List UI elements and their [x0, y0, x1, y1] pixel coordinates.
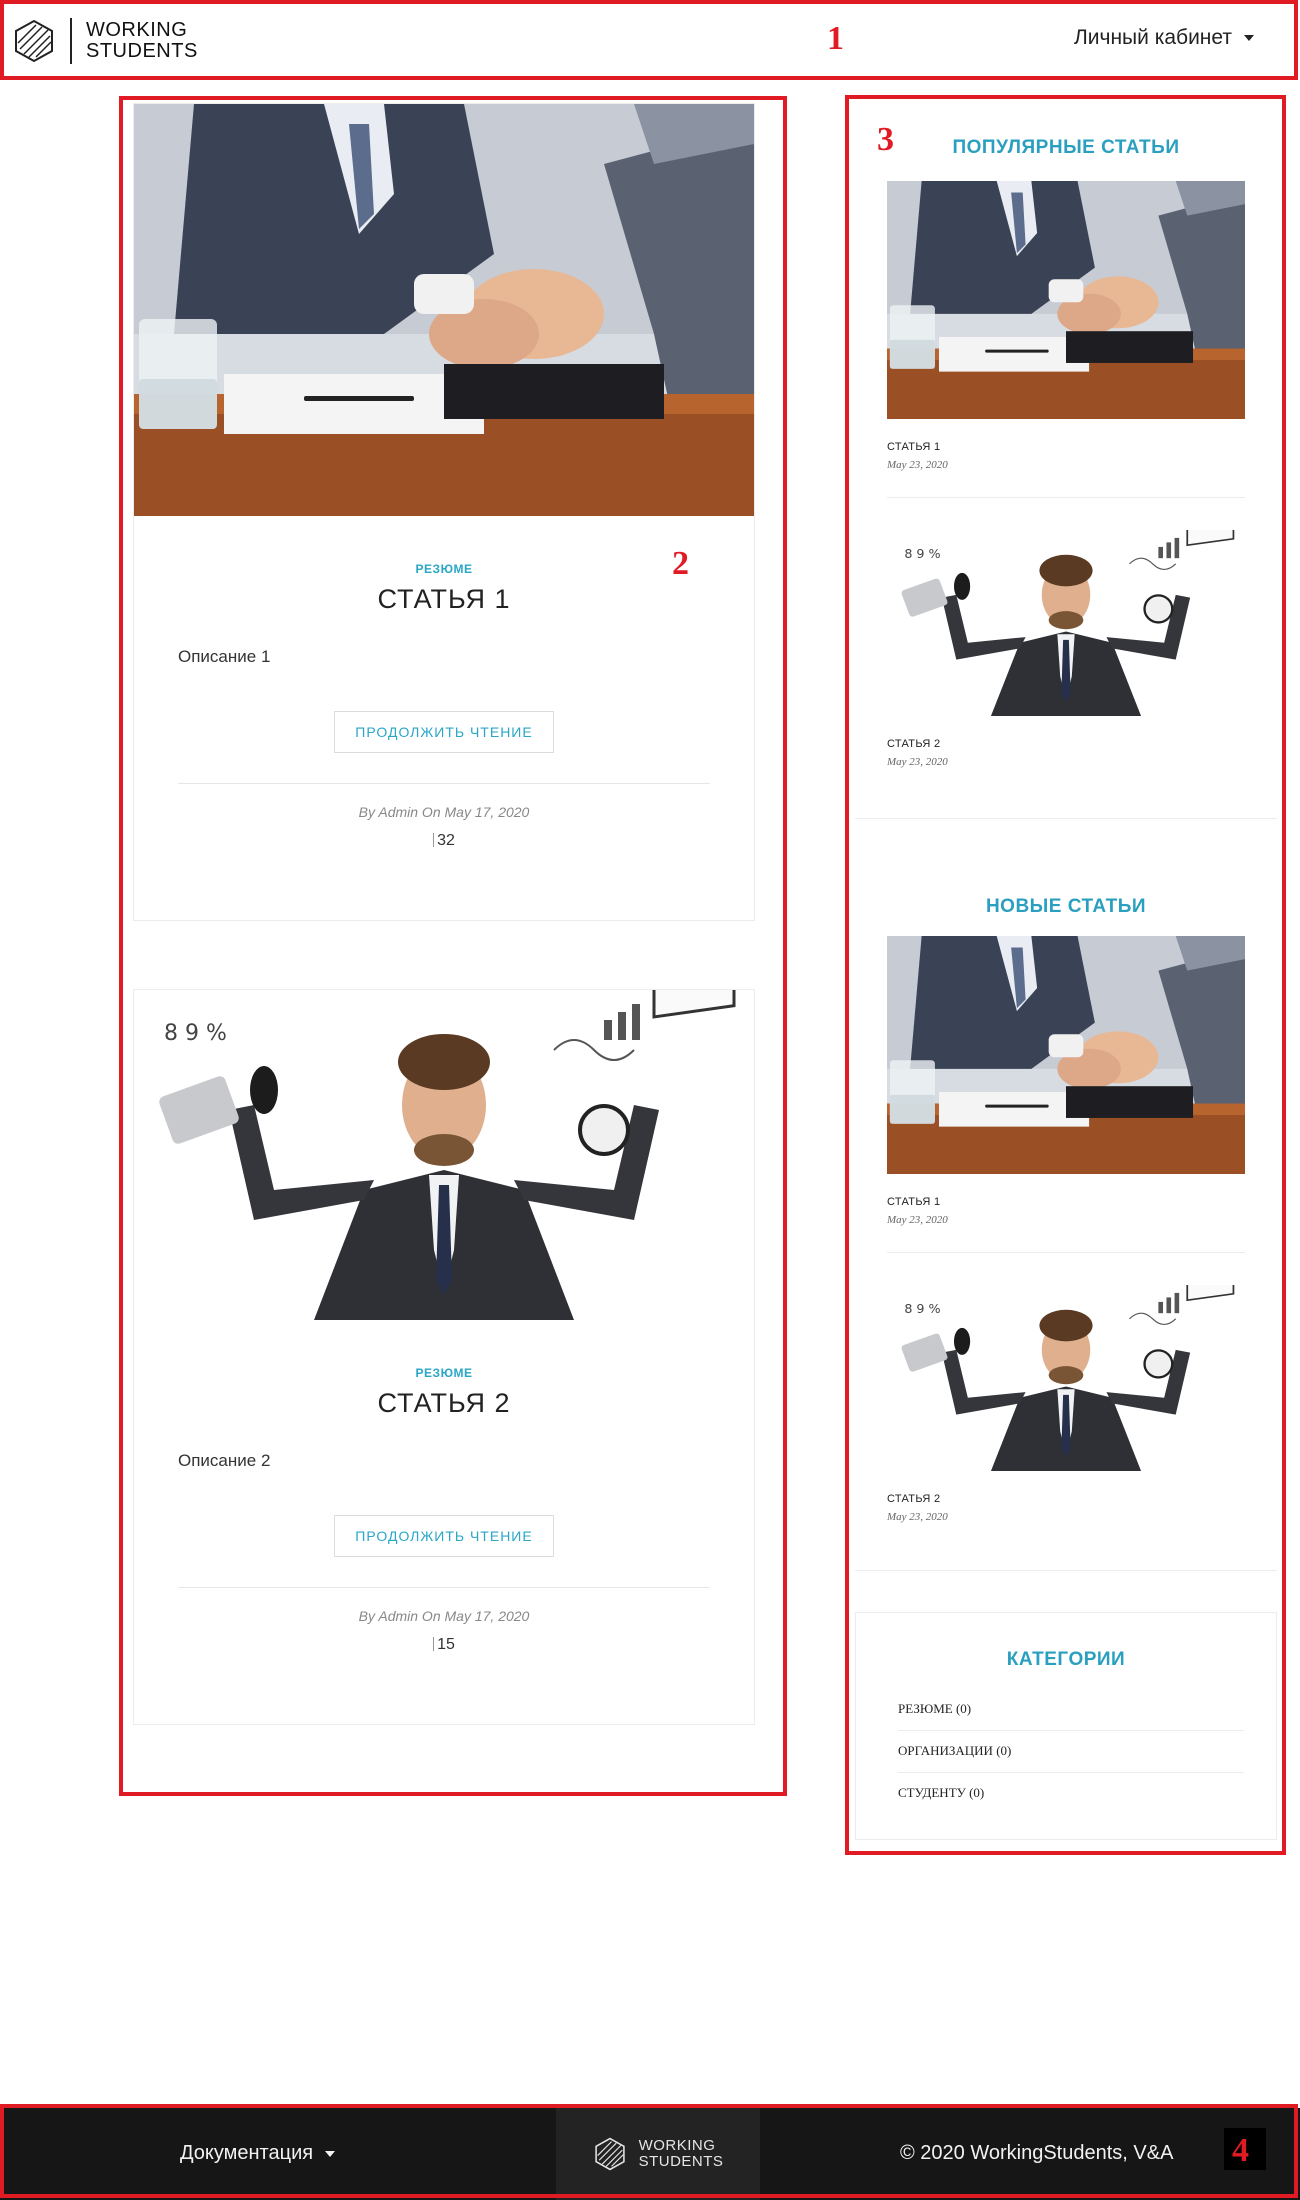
annotation-frame-header [0, 0, 1298, 80]
annotation-frame-sidebar [845, 95, 1286, 1855]
annotation-label: 1 [827, 20, 844, 57]
annotation-frame-footer [0, 2104, 1298, 2198]
annotation-label: 4 [1232, 2132, 1249, 2169]
annotation-label: 3 [877, 121, 894, 158]
annotation-label: 2 [672, 545, 689, 582]
annotation-frame-posts [119, 96, 787, 1796]
